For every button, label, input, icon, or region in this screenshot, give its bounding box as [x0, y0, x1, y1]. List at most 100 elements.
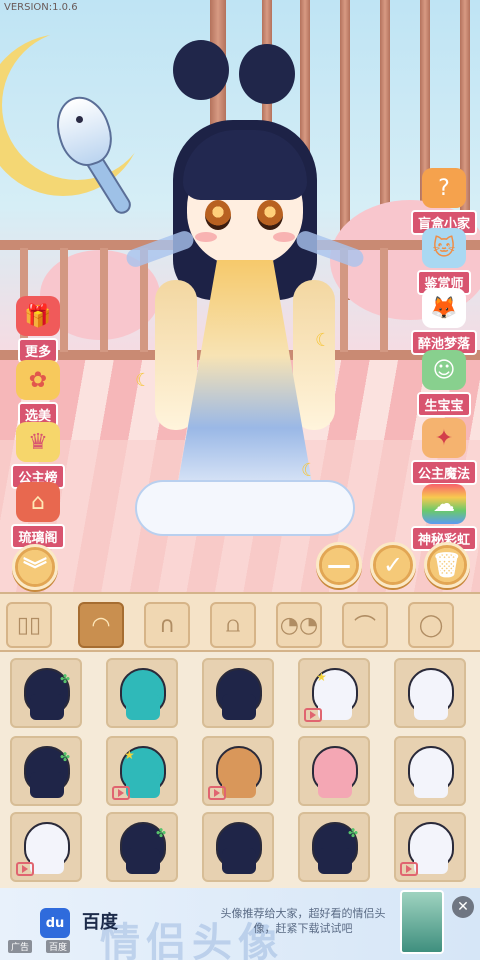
side-button-mystery-rainbow[interactable]: ☁ 神秘彩虹: [408, 484, 480, 551]
hairstyle-preview-lower: [126, 694, 160, 720]
hair-item[interactable]: ✤: [10, 658, 82, 728]
character-avatar[interactable]: ☾ ☾ ☾: [124, 40, 366, 540]
ad-banner[interactable]: 情侣头像 du 百度 头像推荐给大家，超好看的情侣头像，赶紧下载试试吧 ✕ 广告…: [0, 888, 480, 960]
hair-item[interactable]: ★: [106, 736, 178, 806]
version-label: VERSION:1.0.6: [4, 2, 78, 13]
star-ornament-icon: ★: [124, 748, 135, 762]
video-ad-icon: [400, 862, 418, 876]
hair-item[interactable]: ✤: [10, 736, 82, 806]
side-button-princess-magic[interactable]: ✦ 公主魔法: [408, 418, 480, 485]
ad-text: 头像推荐给大家，超好看的情侣头像，赶紧下载试试吧: [220, 907, 386, 935]
hair-item[interactable]: [202, 658, 274, 728]
side-button-appraiser[interactable]: 🐱 鉴赏师: [408, 228, 480, 295]
side-label: 公主魔法: [410, 460, 477, 485]
moon-sparkle-icon: ☾: [301, 460, 318, 481]
hairstyle-preview-lower: [414, 848, 448, 874]
leaf-ornament-icon: ✤: [60, 750, 71, 764]
side-button-have-baby[interactable]: ☺ 生宝宝: [408, 350, 480, 417]
mystery-box-icon: ?: [422, 168, 466, 208]
cat-judge-icon: 🐱: [422, 228, 466, 268]
video-ad-icon: [112, 786, 130, 800]
tab-back-hair[interactable]: ∩: [144, 602, 190, 648]
category-tab-bar: ▯▯ ◠ ∩ ⩍ ◔◔ ⌒ ◯: [0, 592, 480, 652]
clothes-icon: ⩍: [225, 612, 241, 638]
hair-item[interactable]: [202, 736, 274, 806]
star-ornament-icon: ★: [316, 670, 327, 684]
tab-hair[interactable]: ◠: [78, 602, 124, 648]
hairstyle-preview-lower: [318, 694, 352, 720]
confirm-button[interactable]: ✓: [370, 542, 416, 588]
leaf-ornament-icon: ✤: [156, 826, 167, 840]
ad-tag: 广告: [8, 940, 33, 953]
minus-button[interactable]: —: [316, 542, 362, 588]
blush: [273, 232, 295, 242]
close-icon[interactable]: ✕: [452, 896, 474, 918]
check-icon: ✓: [382, 551, 404, 579]
leaf-ornament-icon: ✤: [348, 826, 359, 840]
hairstyle-preview-lower: [222, 772, 256, 798]
chevron-double-down-icon: ︾: [23, 555, 47, 584]
hair-bun: [173, 40, 229, 100]
hair-item[interactable]: ★: [298, 658, 370, 728]
hairstyle-preview-lower: [414, 694, 448, 720]
ad-thumbnail: [400, 890, 444, 954]
fox-mask-icon: 🦊: [422, 288, 466, 328]
shop-icon: ⌂: [16, 482, 60, 522]
fan-icon: ✿: [16, 360, 60, 400]
tab-wardrobe[interactable]: ▯▯: [6, 602, 52, 648]
side-button-beauty-contest[interactable]: ✿ 选美: [2, 360, 74, 427]
tab-clothes[interactable]: ⩍: [210, 602, 256, 648]
collapse-button[interactable]: ︾: [12, 544, 58, 590]
hair-item[interactable]: [394, 658, 466, 728]
left-sleeve: [155, 280, 197, 430]
hair-icon: ◠: [91, 612, 111, 638]
tab-head[interactable]: ◯: [408, 602, 454, 648]
hairstyle-preview-lower: [30, 772, 64, 798]
video-ad-icon: [208, 786, 226, 800]
video-ad-icon: [304, 708, 322, 722]
side-button-glass-pavilion[interactable]: ⌂ 琉璃阁: [2, 482, 74, 549]
hair-item[interactable]: [106, 658, 178, 728]
baidu-logo: du: [40, 908, 70, 938]
trash-icon: 🗑: [431, 551, 463, 579]
hair-item[interactable]: [394, 736, 466, 806]
hairstyle-preview-lower: [126, 848, 160, 874]
princess-icon: ✦: [422, 418, 466, 458]
parrot: [48, 86, 135, 218]
hair-item[interactable]: [394, 812, 466, 882]
hair-item[interactable]: ✤: [298, 812, 370, 882]
game-scene: VERSION:1.0.6 ☾ ☾ ☾ 🎁 更多 ✿ 选美 ♛ 公主榜 ⌂ 琉璃…: [0, 0, 480, 592]
minus-icon: —: [327, 551, 351, 579]
blush: [195, 232, 217, 242]
delete-button[interactable]: 🗑: [424, 542, 470, 588]
hairstyle-preview-lower: [126, 772, 160, 798]
hair-item[interactable]: [10, 812, 82, 882]
hairstyle-preview-lower: [30, 694, 64, 720]
moon-sparkle-icon: ☾: [135, 370, 152, 391]
hair-item[interactable]: ✤: [106, 812, 178, 882]
cloud-pedestal: [135, 480, 355, 536]
ad-brand: 百度: [82, 912, 118, 933]
back-hair-icon: ∩: [158, 612, 176, 638]
hairstyle-preview-lower: [30, 848, 64, 874]
head-icon: ◯: [418, 612, 444, 638]
gift-box-icon: 🎁: [16, 296, 60, 336]
hairstyle-preview-lower: [414, 772, 448, 798]
rail-post: [100, 248, 108, 352]
tab-eyebrows[interactable]: ⌒: [342, 602, 388, 648]
leaf-ornament-icon: ✤: [60, 672, 71, 686]
hair-item[interactable]: [298, 736, 370, 806]
hair-item[interactable]: [202, 812, 274, 882]
tab-face[interactable]: ◔◔: [276, 602, 322, 648]
side-button-dream-pond[interactable]: 🦊 醉池梦落: [408, 288, 480, 355]
hairstyle-preview-lower: [318, 848, 352, 874]
eyebrows-icon: ⌒: [353, 615, 376, 640]
face-icon: ◔◔: [279, 612, 319, 638]
side-button-princess-ranking[interactable]: ♛ 公主榜: [2, 422, 74, 489]
hair-item-grid: ✤ ★ ✤ ★ ✤ ✤: [0, 652, 480, 888]
podium-icon: ♛: [16, 422, 60, 462]
video-ad-icon: [16, 862, 34, 876]
hair-bun: [239, 44, 295, 104]
side-button-more[interactable]: 🎁 更多: [2, 296, 74, 363]
side-button-blind-box[interactable]: ? 盲盒小家: [408, 168, 480, 235]
